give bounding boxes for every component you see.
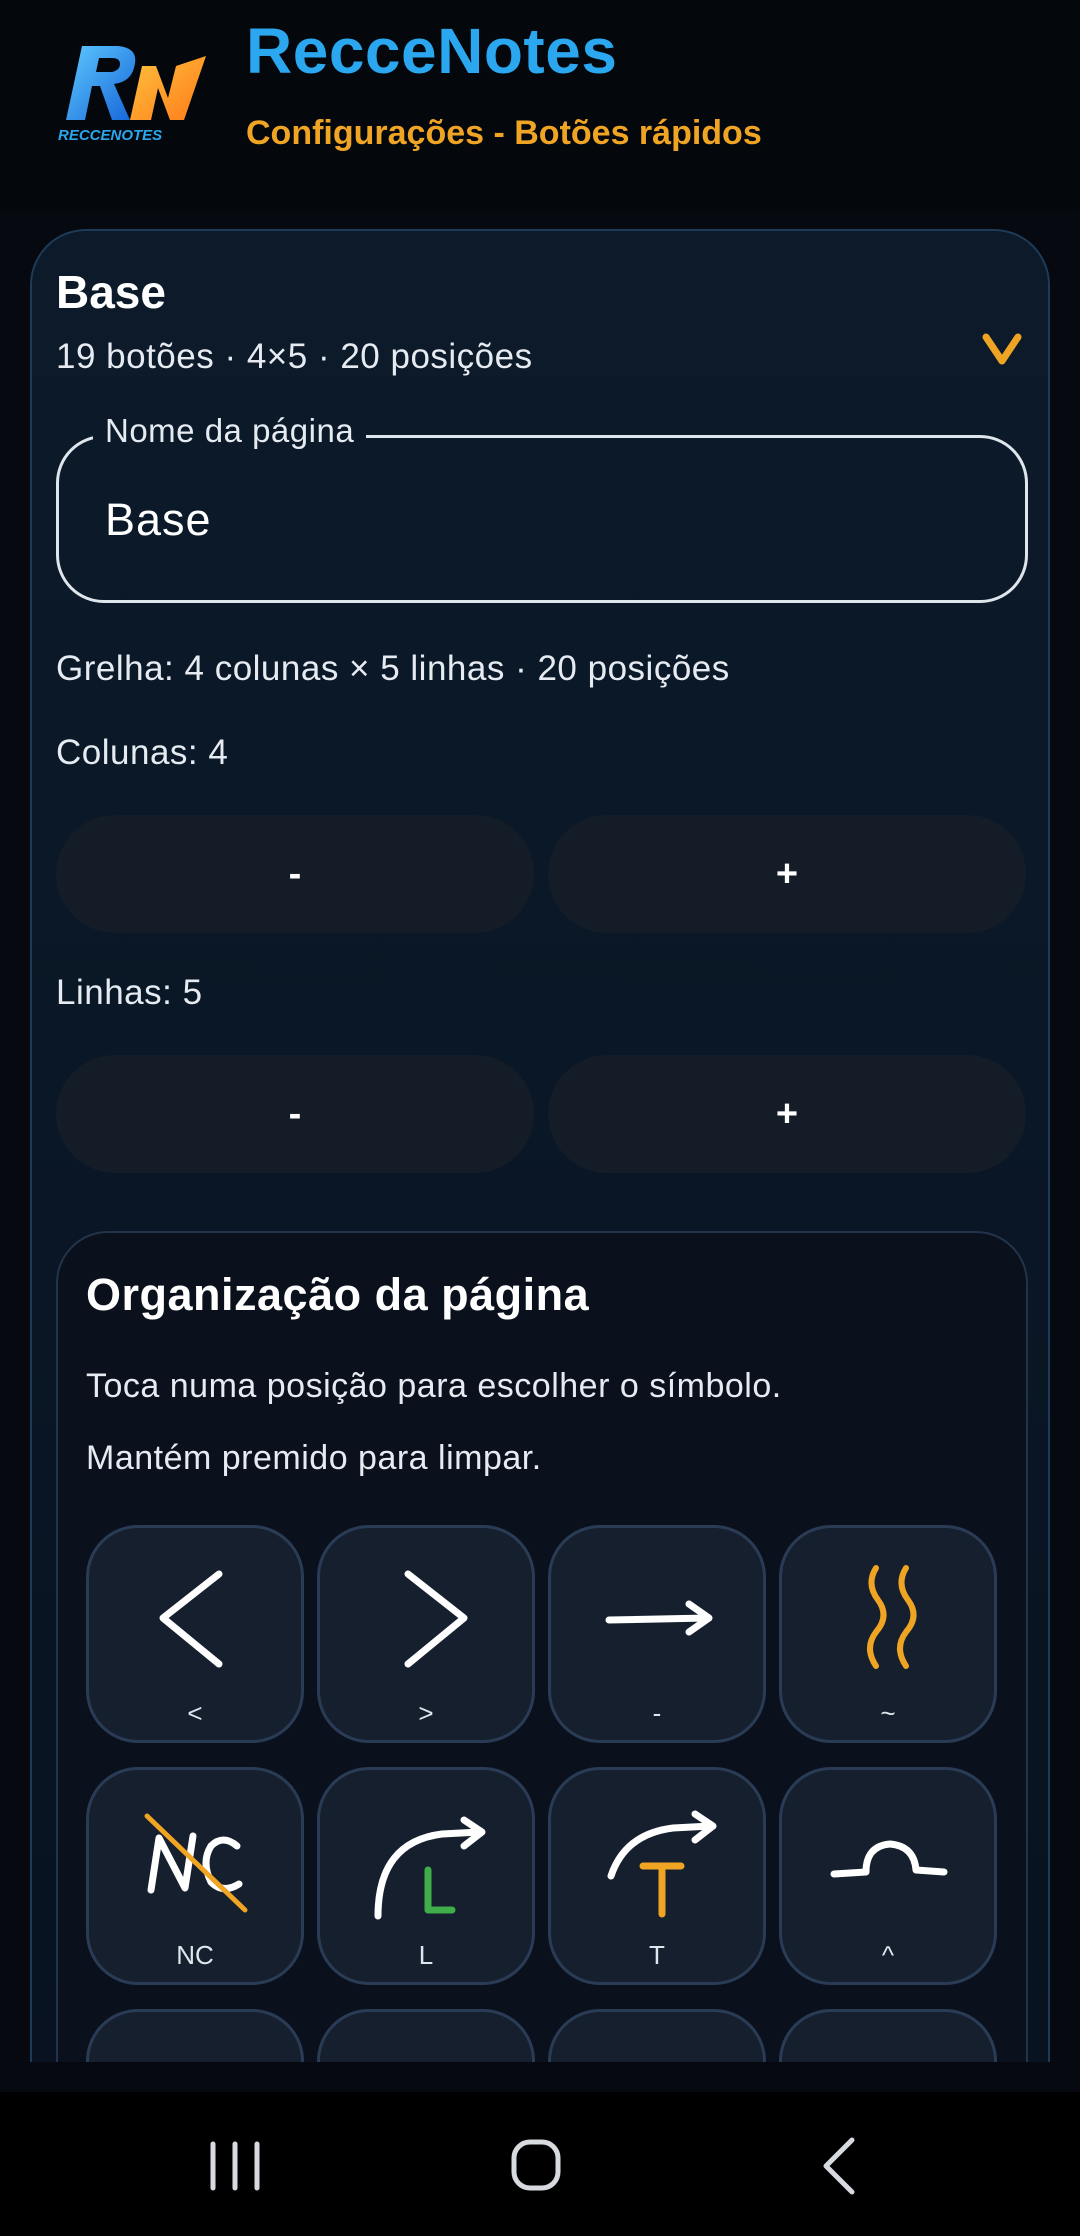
back-button[interactable]	[800, 2126, 890, 2206]
slot-label: ^	[881, 1940, 895, 1970]
rows-increment-button[interactable]: +	[548, 1055, 1026, 1173]
grid-slot[interactable]: ~	[779, 1525, 997, 1743]
slot-label: >	[418, 1698, 434, 1728]
slot-label: -	[652, 1698, 662, 1728]
caution-jump-icon	[364, 2040, 494, 2062]
settings-content[interactable]: Base 19 botões · 4×5 · 20 posições Nome …	[0, 210, 1080, 2062]
slot-label: L	[418, 1940, 434, 1970]
grid-slot[interactable]	[548, 2009, 766, 2062]
page-name-field-label: Nome da página	[93, 412, 367, 450]
columns-label: Colunas: 4	[56, 733, 229, 772]
rows-decrement-button[interactable]: -	[56, 1055, 534, 1173]
page-name-field[interactable]: Nome da página	[56, 412, 1028, 603]
rows-label: Linhas: 5	[56, 973, 203, 1012]
crest-icon	[830, 1840, 948, 1878]
grid-slot[interactable]	[86, 2009, 304, 2062]
grid-slot[interactable]: >	[317, 1525, 535, 1743]
collapse-button[interactable]	[972, 321, 1032, 381]
slot-label: T	[649, 1940, 665, 1970]
organization-title: Organização da página	[86, 1269, 590, 1320]
app-logo: RECCENOTES	[56, 38, 216, 148]
back-icon	[823, 2137, 855, 2195]
columns-increment-button[interactable]: +	[548, 815, 1026, 933]
grid-slot[interactable]	[779, 2009, 997, 2062]
narrow-icon	[595, 2040, 725, 2062]
system-nav-bar	[0, 2092, 1080, 2236]
page-name-title: Base	[56, 266, 166, 318]
organization-help-tap: Toca numa posição para escolher o símbol…	[86, 1367, 782, 1405]
grid-info: Grelha: 4 colunas × 5 linhas · 20 posiçõ…	[56, 649, 730, 688]
grid-slot[interactable]	[317, 2009, 535, 2062]
page-organization-card: Organização da página Toca numa posição …	[56, 1231, 1028, 2062]
page-name-input[interactable]	[105, 490, 985, 550]
no-cut-icon	[144, 1813, 248, 1913]
grid-slot[interactable]: ^	[779, 1767, 997, 1985]
app-subtitle: Configurações - Botões rápidos	[246, 114, 762, 152]
home-button[interactable]	[490, 2126, 580, 2206]
wavy-road-icon	[867, 1565, 917, 1669]
grid-slot[interactable]: NC	[86, 1767, 304, 1985]
slot-label: ~	[880, 1698, 896, 1728]
rn-logo-icon: RECCENOTES	[58, 46, 206, 144]
right-bend-icon	[404, 1570, 468, 1668]
app-header: RECCENOTES RecceNotes Configurações - Bo…	[0, 0, 1080, 210]
slot-label: NC	[176, 1940, 214, 1970]
columns-decrement-button[interactable]: -	[56, 815, 534, 933]
page-config-card: Base 19 botões · 4×5 · 20 posições Nome …	[30, 229, 1050, 2062]
slot-label: <	[187, 1698, 203, 1728]
grid-slot[interactable]: L	[317, 1767, 535, 1985]
recent-apps-button[interactable]	[190, 2126, 280, 2206]
organization-help-hold: Mantém premido para limpar.	[86, 1439, 542, 1477]
recent-apps-icon	[210, 2141, 260, 2191]
page-summary: 19 botões · 4×5 · 20 posições	[56, 337, 533, 376]
svg-text:RECCENOTES: RECCENOTES	[58, 127, 162, 144]
left-bend-icon	[159, 1570, 223, 1668]
app-title: RecceNotes	[246, 15, 618, 87]
home-icon	[511, 2139, 561, 2191]
tight-turn-icon	[607, 1810, 717, 1918]
chevron-down-icon	[982, 333, 1022, 365]
grid-slot[interactable]: <	[86, 1525, 304, 1743]
jump-icon	[133, 2040, 263, 2062]
grid-slot[interactable]: -	[548, 1525, 766, 1743]
roundabout-icon	[826, 2040, 956, 2062]
long-turn-icon	[374, 1816, 486, 1920]
grid-slot[interactable]: T	[548, 1767, 766, 1985]
straight-arrow-icon	[605, 1600, 713, 1636]
